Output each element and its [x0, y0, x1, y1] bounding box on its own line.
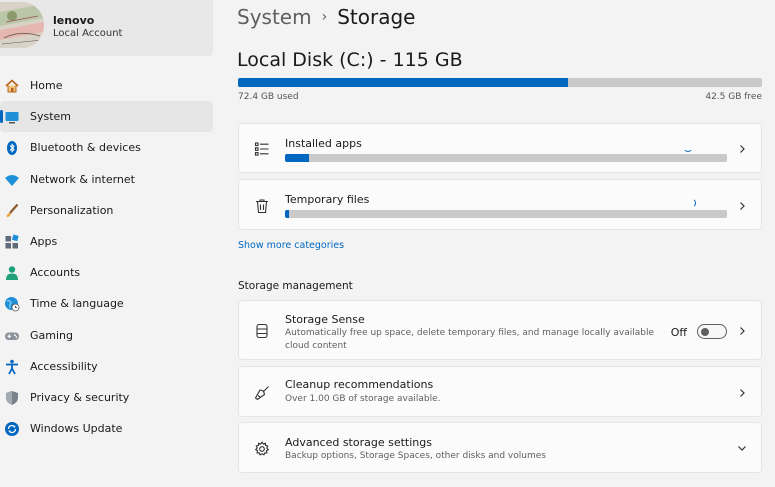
- sidebar-item-label: Windows Update: [30, 422, 123, 436]
- storage-sense-title: Storage Sense: [285, 313, 365, 326]
- category-usage-bar: [285, 154, 727, 162]
- sidebar-item-accounts[interactable]: Accounts: [0, 257, 213, 288]
- wifi-icon: [4, 172, 20, 188]
- toggle-knob: [701, 327, 709, 336]
- disk-usage-bar: [238, 78, 762, 87]
- sidebar-item-bluetooth[interactable]: Bluetooth & devices: [0, 132, 213, 163]
- person-icon: [4, 265, 20, 281]
- storage-drive-icon: [253, 322, 271, 340]
- chevron-right-icon: [740, 389, 745, 397]
- storage-sense-toggle-label: Off: [670, 326, 687, 339]
- sidebar-item-label: Network & internet: [30, 172, 135, 186]
- bluetooth-icon: [4, 140, 20, 156]
- cleanup-recommendations-card[interactable]: Cleanup recommendations Over 1.00 GB of …: [238, 366, 762, 417]
- category-temporary-files[interactable]: Temporary files: [238, 179, 762, 230]
- breadcrumb-system[interactable]: System: [237, 5, 312, 29]
- storage-sense-card[interactable]: Storage Sense Automatically free up spac…: [238, 300, 762, 360]
- storage-sense-toggle[interactable]: [697, 324, 727, 339]
- sidebar-item-system[interactable]: System: [0, 101, 213, 133]
- brush-icon: [4, 203, 20, 219]
- gamepad-icon: [4, 328, 20, 344]
- account-type: Local Account: [53, 28, 123, 39]
- globe-clock-icon: [4, 296, 20, 312]
- disk-title: Local Disk (C:) - 115 GB: [237, 49, 463, 71]
- category-usage-fill: [285, 210, 289, 218]
- category-title: Temporary files: [285, 193, 370, 206]
- sidebar-item-label: Bluetooth & devices: [30, 141, 141, 155]
- category-title: Installed apps: [285, 137, 362, 150]
- chevron-down-icon: [738, 446, 746, 451]
- accessibility-icon: [4, 359, 20, 375]
- category-usage-bar: [285, 210, 727, 218]
- monitor-icon: [4, 109, 20, 125]
- sidebar-item-network[interactable]: Network & internet: [0, 164, 213, 195]
- list-icon: [253, 140, 271, 158]
- gear-icon: [253, 440, 271, 458]
- sidebar-item-apps[interactable]: Apps: [0, 226, 213, 257]
- trash-icon: [253, 197, 271, 215]
- loading-spinner-icon: [686, 198, 696, 208]
- sidebar-item-accessibility[interactable]: Accessibility: [0, 351, 213, 382]
- chevron-right-icon: [740, 202, 745, 210]
- sidebar-item-label: Apps: [30, 235, 58, 249]
- sidebar-item-label: Time & language: [30, 297, 124, 311]
- sidebar-item-home[interactable]: Home: [0, 70, 213, 101]
- advanced-storage-settings-card[interactable]: Advanced storage settings Backup options…: [238, 422, 762, 473]
- sidebar-item-personalization[interactable]: Personalization: [0, 195, 213, 226]
- sidebar-item-label: System: [30, 110, 72, 124]
- user-name: lenovo: [53, 14, 95, 27]
- sidebar-item-windows-update[interactable]: Windows Update: [0, 413, 213, 444]
- storage-sense-description: Automatically free up space, delete temp…: [285, 328, 655, 351]
- chevron-right-icon: [740, 145, 745, 153]
- sidebar-item-label: Accounts: [30, 266, 81, 280]
- update-icon: [4, 421, 20, 437]
- breadcrumb: System › Storage: [237, 5, 415, 29]
- disk-used-label: 72.4 GB used: [238, 92, 299, 102]
- broom-icon: [253, 384, 271, 402]
- shield-icon: [4, 390, 20, 406]
- cleanup-title: Cleanup recommendations: [285, 378, 434, 391]
- category-usage-fill: [285, 154, 310, 162]
- sidebar-nav: Home System Bluetooth & devices Network …: [0, 70, 213, 444]
- show-more-categories-link[interactable]: Show more categories: [238, 240, 344, 251]
- sidebar-item-label: Home: [30, 79, 63, 93]
- sidebar-item-label: Accessibility: [30, 359, 98, 373]
- sidebar-item-label: Personalization: [30, 203, 114, 217]
- disk-free-label: 42.5 GB free: [705, 92, 762, 102]
- sidebar-item-label: Privacy & security: [30, 390, 130, 404]
- advanced-storage-description: Backup options, Storage Spaces, other di…: [285, 451, 546, 461]
- page-title: Storage: [337, 5, 416, 29]
- sidebar-item-label: Gaming: [30, 328, 73, 342]
- sidebar-item-gaming[interactable]: Gaming: [0, 320, 213, 351]
- category-installed-apps[interactable]: Installed apps: [238, 123, 762, 173]
- user-profile[interactable]: lenovo Local Account: [0, 0, 213, 56]
- sidebar: lenovo Local Account Home System Bluetoo…: [0, 0, 222, 487]
- apps-icon: [4, 234, 20, 250]
- avatar: [0, 2, 44, 48]
- sidebar-item-privacy-security[interactable]: Privacy & security: [0, 382, 213, 413]
- chevron-right-icon: [740, 327, 745, 335]
- sidebar-item-time-language[interactable]: Time & language: [0, 288, 213, 319]
- storage-management-heading: Storage management: [238, 280, 353, 292]
- chevron-right-icon: ›: [321, 9, 328, 25]
- disk-usage-fill: [238, 78, 569, 87]
- cleanup-description: Over 1.00 GB of storage available.: [285, 394, 441, 404]
- home-icon: [4, 78, 20, 94]
- loading-spinner-icon: [683, 142, 693, 152]
- advanced-storage-title: Advanced storage settings: [285, 436, 432, 449]
